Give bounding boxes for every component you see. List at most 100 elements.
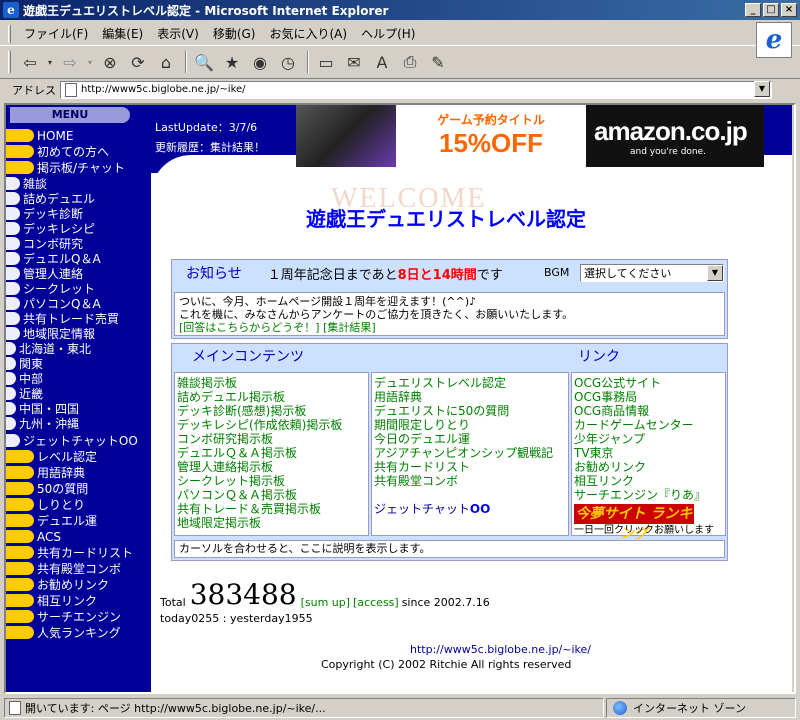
menu-view[interactable]: 表示(V): [150, 23, 206, 44]
menu-item-duel-luck[interactable]: デュエル運: [6, 513, 97, 528]
menu-item-glossary[interactable]: 用語辞典: [6, 465, 85, 480]
menu-item-home[interactable]: HOME: [6, 128, 73, 143]
list-item[interactable]: 詰めデュエル掲示板: [177, 390, 366, 404]
menu-item-admin-contact[interactable]: 管理人連絡: [6, 266, 83, 281]
forward-button[interactable]: ⇨: [57, 50, 83, 74]
menu-item-secret[interactable]: シークレット: [6, 281, 95, 296]
list-item[interactable]: シークレット掲示板: [177, 474, 366, 488]
favorites-button[interactable]: ★: [219, 50, 245, 74]
list-item[interactable]: OCG事務局: [574, 390, 723, 404]
list-item[interactable]: 用語辞典: [374, 390, 566, 404]
list-item[interactable]: 雑談掲示板: [177, 376, 366, 390]
menu-item-deck-recipe[interactable]: デッキレシピ: [6, 221, 95, 236]
menu-item-trade[interactable]: 共有トレード売買: [6, 311, 119, 326]
refresh-button[interactable]: ⟳: [125, 50, 151, 74]
menu-file[interactable]: ファイル(F): [17, 23, 95, 44]
menu-item-kinki[interactable]: 近畿: [6, 386, 43, 401]
access-link[interactable]: [access]: [353, 596, 399, 609]
list-item[interactable]: 期間限定しりとり: [374, 418, 566, 432]
back-button[interactable]: ⇦: [17, 50, 43, 74]
list-item[interactable]: 今日のデュエル運: [374, 432, 566, 446]
menu-item-beginners[interactable]: 初めての方へ: [6, 144, 109, 159]
home-button[interactable]: ⌂: [153, 50, 179, 74]
menu-item-card-list[interactable]: 共有カードリスト: [6, 545, 133, 560]
vertical-scrollbar[interactable]: [792, 105, 794, 692]
toolbar-grip[interactable]: [8, 51, 11, 73]
sum-up-link[interactable]: [sum up]: [301, 596, 350, 609]
list-item[interactable]: OCG商品情報: [574, 404, 723, 418]
font-size-button[interactable]: A: [369, 50, 395, 74]
menu-item-duel-qa[interactable]: デュエルQ＆A: [6, 251, 101, 266]
menu-item-hall-combo[interactable]: 共有殿堂コンボ: [6, 561, 121, 576]
menu-item-chubu[interactable]: 中部: [6, 371, 43, 386]
list-item[interactable]: TV東京: [574, 446, 723, 460]
menu-item-kanto[interactable]: 関東: [6, 356, 43, 371]
menu-help[interactable]: ヘルプ(H): [354, 23, 422, 44]
list-item[interactable]: アジアチャンピオンシップ観戦記: [374, 446, 566, 460]
address-dropdown-button[interactable]: ▼: [754, 81, 770, 97]
list-item[interactable]: 共有殿堂コンボ: [374, 474, 566, 488]
menu-item-pc-qa[interactable]: パソコンQ＆A: [6, 296, 101, 311]
edit-button[interactable]: ✎: [425, 50, 451, 74]
menu-item-deck-check[interactable]: デッキ診断: [6, 206, 83, 221]
list-item[interactable]: 地域限定掲示板: [177, 516, 366, 530]
history-button[interactable]: ◷: [275, 50, 301, 74]
list-item[interactable]: デッキ診断(感想)掲示板: [177, 404, 366, 418]
back-dropdown[interactable]: ▾: [45, 50, 55, 74]
list-item[interactable]: デュエリストレベル認定: [374, 376, 566, 390]
menu-item-mutual-links[interactable]: 相互リンク: [6, 593, 97, 608]
menubar-grip[interactable]: [8, 24, 11, 43]
menu-item-acs[interactable]: ACS: [6, 529, 61, 544]
list-item[interactable]: 共有トレード＆売買掲示板: [177, 502, 366, 516]
menu-item-50-questions[interactable]: 50の質問: [6, 481, 88, 496]
print-button[interactable]: ⎙: [397, 50, 423, 74]
menu-item-puzzle-duel[interactable]: 詰めデュエル: [6, 191, 95, 206]
menu-item-jet-chat[interactable]: ジェットチャットOO: [6, 433, 138, 448]
menu-item-local-info[interactable]: 地域限定情報: [6, 326, 95, 341]
menu-item-search-engine[interactable]: サーチエンジン: [6, 609, 121, 624]
menu-item-shiritori[interactable]: しりとり: [6, 497, 85, 512]
menu-item-level[interactable]: レベル認定: [6, 449, 97, 464]
list-item[interactable]: 少年ジャンプ: [574, 432, 723, 446]
search-button[interactable]: 🔍: [191, 50, 217, 74]
menu-favorites[interactable]: お気に入り(A): [262, 23, 354, 44]
list-item[interactable]: 相互リンク: [574, 474, 723, 488]
menu-go[interactable]: 移動(G): [206, 23, 263, 44]
jet-chat-link[interactable]: ジェットチャットOO: [374, 502, 566, 516]
list-item[interactable]: サーチエンジン『りあ』: [574, 488, 723, 502]
amazon-banner[interactable]: ゲーム予約タイトル 15%OFF amazon.co.jp and you're…: [296, 105, 764, 167]
stop-button[interactable]: ⊗: [97, 50, 123, 74]
list-item[interactable]: お勧めリンク: [574, 460, 723, 474]
menu-item-combo[interactable]: コンボ研究: [6, 236, 83, 251]
address-input[interactable]: http://www5c.biglobe.ne.jp/~ike/: [60, 80, 772, 99]
maximize-button[interactable]: □: [763, 3, 779, 17]
mail-button[interactable]: ✉: [341, 50, 367, 74]
ranking-badge[interactable]: 今夢サイト ランキング: [574, 504, 694, 542]
survey-links[interactable]: [回答はこちらからどうぞ！] [集計結果]: [179, 321, 720, 334]
fullscreen-button[interactable]: ▭: [313, 50, 339, 74]
menu-item-ranking[interactable]: 人気ランキング: [6, 625, 121, 640]
menu-edit[interactable]: 編集(E): [95, 23, 150, 44]
list-item[interactable]: カードゲームセンター: [574, 418, 723, 432]
list-item[interactable]: デュエリストに50の質問: [374, 404, 566, 418]
minimize-button[interactable]: _: [745, 3, 761, 17]
list-item[interactable]: OCG公式サイト: [574, 376, 723, 390]
list-item[interactable]: コンボ研究掲示板: [177, 432, 366, 446]
menu-item-bbs-chat[interactable]: 掲示板/チャット: [6, 160, 125, 175]
update-history-link[interactable]: 更新履歴：集計結果！: [155, 139, 265, 155]
forward-dropdown[interactable]: ▾: [85, 50, 95, 74]
close-button[interactable]: ×: [781, 3, 797, 17]
list-item[interactable]: 管理人連絡掲示板: [177, 460, 366, 474]
menu-item-recommended-links[interactable]: お勧めリンク: [6, 577, 109, 592]
list-item[interactable]: 共有カードリスト: [374, 460, 566, 474]
media-button[interactable]: ◉: [247, 50, 273, 74]
menu-item-chat-talk[interactable]: 雑談: [6, 176, 47, 191]
footer-url[interactable]: http://www5c.biglobe.ne.jp/~ike/: [151, 643, 721, 656]
list-item[interactable]: デュエルＱ＆Ａ掲示板: [177, 446, 366, 460]
menu-item-kyushu[interactable]: 九州・沖縄: [6, 416, 79, 431]
list-item[interactable]: パソコンＱ＆Ａ掲示板: [177, 488, 366, 502]
menu-item-chugoku[interactable]: 中国・四国: [6, 401, 79, 416]
list-item[interactable]: デッキレシピ(作成依頼)掲示板: [177, 418, 366, 432]
menu-item-hokkaido[interactable]: 北海道・東北: [6, 341, 91, 356]
bgm-select[interactable]: 選択してください ▼: [580, 264, 724, 282]
